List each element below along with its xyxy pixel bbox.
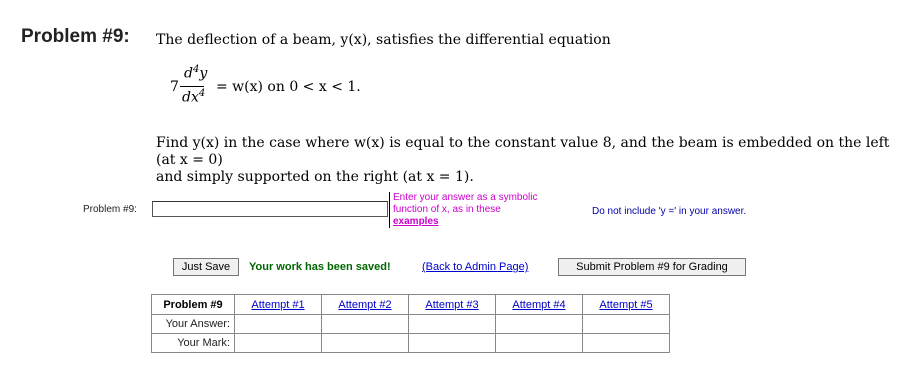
equation-rhs: = w(x) on 0 < x < 1. bbox=[216, 79, 361, 95]
attempt-3-link[interactable]: Attempt #3 bbox=[408, 294, 496, 315]
your-answer-label: Your Answer: bbox=[151, 314, 235, 334]
fraction-bar bbox=[180, 86, 204, 87]
attempt-4-link[interactable]: Attempt #4 bbox=[495, 294, 583, 315]
attempt-5-link[interactable]: Attempt #5 bbox=[582, 294, 670, 315]
your-mark-row: Your Mark: bbox=[151, 333, 670, 353]
answer-cell bbox=[234, 314, 322, 334]
mark-cell bbox=[582, 333, 670, 353]
conditions-line-1: Find y(x) in the case where w(x) is equa… bbox=[156, 135, 890, 168]
saved-message: Your work has been saved! bbox=[249, 261, 391, 273]
your-answer-row: Your Answer: bbox=[151, 314, 670, 334]
conditions-line-2: and simply supported on the right (at x … bbox=[156, 169, 474, 185]
just-save-button[interactable]: Just Save bbox=[173, 258, 239, 276]
answer-cell bbox=[408, 314, 496, 334]
equation-denominator: dx4 bbox=[182, 88, 206, 106]
equation-numerator: d4y bbox=[184, 64, 208, 82]
attempts-header-row: Problem #9 Attempt #1 Attempt #2 Attempt… bbox=[151, 294, 670, 315]
format-note: Do not include 'y =' in your answer. bbox=[592, 206, 747, 217]
back-to-admin-link[interactable]: (Back to Admin Page) bbox=[422, 261, 528, 273]
mark-cell bbox=[408, 333, 496, 353]
examples-link[interactable]: examples bbox=[393, 216, 439, 227]
equation-coefficient: 7 bbox=[170, 79, 179, 95]
answer-label: Problem #9: bbox=[83, 204, 137, 215]
answer-cell bbox=[495, 314, 583, 334]
hint-line-2: function of x, as in these bbox=[393, 204, 501, 215]
attempts-table: Problem #9 Attempt #1 Attempt #2 Attempt… bbox=[151, 294, 670, 353]
problem-intro-text: The deflection of a beam, y(x), satisfie… bbox=[156, 32, 611, 48]
problem-conditions-text: Find y(x) in the case where w(x) is equa… bbox=[156, 135, 896, 186]
mark-cell bbox=[234, 333, 322, 353]
attempts-problem-header: Problem #9 bbox=[151, 294, 235, 315]
mark-cell bbox=[495, 333, 583, 353]
answer-cell bbox=[321, 314, 409, 334]
problem-title: Problem #9: bbox=[21, 26, 130, 47]
hint-line-1: Enter your answer as a symbolic bbox=[393, 192, 538, 203]
attempt-2-link[interactable]: Attempt #2 bbox=[321, 294, 409, 315]
your-mark-label: Your Mark: bbox=[151, 333, 235, 353]
attempt-1-link[interactable]: Attempt #1 bbox=[234, 294, 322, 315]
answer-input[interactable] bbox=[152, 201, 388, 217]
submit-for-grading-button[interactable]: Submit Problem #9 for Grading bbox=[558, 258, 746, 276]
answer-cell bbox=[582, 314, 670, 334]
mark-cell bbox=[321, 333, 409, 353]
answer-hint: Enter your answer as a symbolic function… bbox=[389, 192, 593, 228]
